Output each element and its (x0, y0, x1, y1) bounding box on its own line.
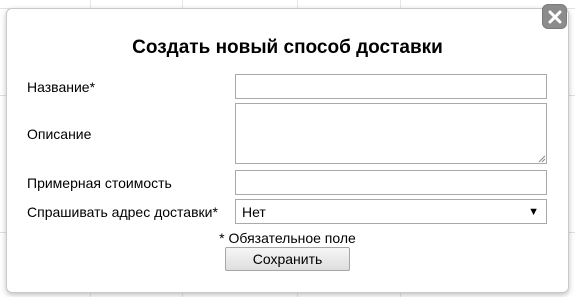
description-field-wrapper (235, 103, 547, 164)
close-button[interactable] (542, 4, 567, 29)
cost-label: Примерная стоимость (27, 175, 172, 191)
name-input[interactable] (235, 74, 547, 99)
ask-address-selected-value: Нет (242, 204, 266, 220)
screen: Создать новый способ доставки Название* … (0, 0, 575, 297)
ask-address-select[interactable]: Нет ▼ (235, 199, 547, 224)
resize-grip-icon[interactable] (537, 154, 546, 163)
name-label: Название* (27, 79, 96, 95)
required-field-note: * Обязательное поле (219, 230, 356, 246)
cost-input[interactable] (235, 170, 547, 195)
save-button[interactable]: Сохранить (225, 247, 350, 271)
dialog-title: Создать новый способ доставки (132, 37, 443, 58)
close-icon (548, 10, 561, 23)
description-textarea[interactable] (235, 103, 547, 164)
description-label: Описание (27, 126, 92, 142)
ask-address-label: Спрашивать адрес доставки* (27, 204, 218, 220)
chevron-down-icon: ▼ (528, 206, 539, 218)
